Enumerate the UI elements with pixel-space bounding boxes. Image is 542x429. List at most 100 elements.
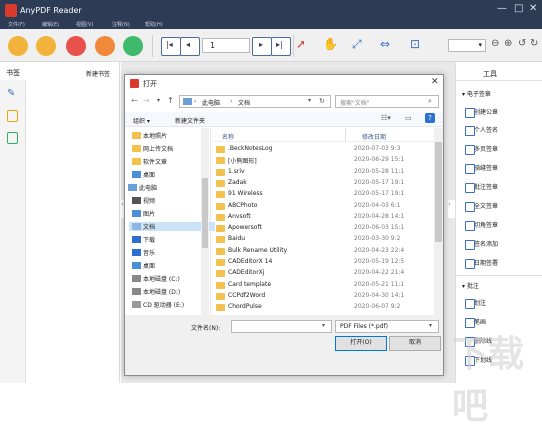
file-row[interactable]: CADEditorXj 2020-04-22 21:4 <box>212 268 432 279</box>
nav-item[interactable]: 桌面 <box>132 170 155 179</box>
section-signature-header[interactable]: ▾ 电子签章 <box>462 89 491 98</box>
nav-item[interactable]: CD 驱动器 (E:) <box>132 300 184 309</box>
close-icon[interactable]: ✕ <box>529 3 537 14</box>
nav-item[interactable]: 图片 <box>132 209 155 218</box>
file-row[interactable]: ABCPhoto 2020-04-03 6:1 <box>212 201 432 212</box>
preview-pane-icon[interactable]: ▭ <box>405 114 412 122</box>
tool-seam-seal[interactable]: 骑缝签章 <box>465 163 498 175</box>
nav-scrollbar[interactable] <box>201 128 209 315</box>
cancel-button[interactable]: 取消 <box>389 336 441 351</box>
export-icon[interactable] <box>95 36 115 56</box>
nav-item[interactable]: 网上传文档 <box>132 144 173 153</box>
file-scrollbar[interactable] <box>434 128 443 315</box>
search-input[interactable]: 搜索"文档" ⌕ <box>335 95 439 108</box>
forward-icon[interactable]: → <box>143 96 150 105</box>
new-folder-button[interactable]: 新建文件夹 <box>175 116 205 125</box>
note-icon[interactable] <box>7 110 18 122</box>
file-name: Baidu <box>228 235 246 243</box>
menu-edit[interactable]: 编辑(E) <box>42 21 59 28</box>
nav-item[interactable]: 桌面 <box>132 261 155 270</box>
last-page-icon[interactable]: ▸| <box>271 37 291 56</box>
file-row[interactable]: Baidu 2020-03-30 9:2 <box>212 234 432 245</box>
nav-item[interactable]: 此电脑 <box>128 183 157 192</box>
select-icon[interactable]: ➚ <box>296 37 314 55</box>
fit-page-icon[interactable]: ⤢ <box>352 37 370 55</box>
new-bookmark-button[interactable]: 新建书签 <box>86 69 110 78</box>
page-number-input[interactable]: 1 <box>202 38 250 53</box>
next-page-icon[interactable]: ▸ <box>252 37 272 56</box>
tool-add-sign[interactable]: 签名添加 <box>465 239 498 251</box>
file-row[interactable]: Bulk Rename Utility 2020-04-23 22:4 <box>212 246 432 257</box>
image-icon <box>132 210 141 217</box>
filetype-select[interactable]: PDF Files (*.pdf) ▾ <box>335 320 439 333</box>
actual-size-icon[interactable]: ⊡ <box>410 37 428 55</box>
open-button[interactable]: 打开(O) <box>335 336 387 351</box>
recent-dropdown-icon[interactable]: ▾ <box>157 97 160 104</box>
col-name[interactable]: 名称 <box>222 132 234 141</box>
dialog-close-icon[interactable]: ✕ <box>431 77 439 87</box>
print-icon[interactable] <box>123 36 143 56</box>
address-dropdown-icon[interactable]: ▾ <box>308 97 311 104</box>
organize-button[interactable]: 组织 ▾ <box>133 116 150 125</box>
open-file-icon[interactable] <box>8 36 28 56</box>
tool-multi-page-seal[interactable]: 多页签章 <box>465 144 498 156</box>
file-row[interactable]: CCPdf2Word 2020-04-30 14:1 <box>212 291 432 302</box>
hand-icon[interactable]: ✋ <box>323 37 341 55</box>
zoom-in-icon[interactable]: ⊕ <box>504 38 512 49</box>
file-row[interactable]: [小熊图形] 2020-06-29 15:1 <box>212 155 432 166</box>
nav-item[interactable]: 视频 <box>132 196 155 205</box>
up-icon[interactable]: ↑ <box>167 96 174 105</box>
tool-annot-seal[interactable]: 批注签章 <box>465 182 498 194</box>
tool-create-seal[interactable]: 创建公章 <box>465 107 498 119</box>
pen-icon[interactable]: ✎ <box>7 88 19 100</box>
file-row[interactable]: .BeckNotesLog 2020-07-03 9:3 <box>212 144 432 155</box>
file-row[interactable]: ChordPulse 2020-06-07 9:2 <box>212 302 432 312</box>
maximize-icon[interactable]: □ <box>514 3 523 14</box>
refresh-icon[interactable]: ↻ <box>319 97 325 105</box>
menu-file[interactable]: 文件(F) <box>8 21 25 28</box>
menu-view[interactable]: 视图(V) <box>76 21 93 28</box>
first-page-icon[interactable]: |◂ <box>161 37 181 56</box>
collapse-right-icon[interactable]: › <box>448 200 455 218</box>
prev-page-icon[interactable]: ◂ <box>180 37 200 56</box>
dialog-title: 打开 <box>143 80 157 88</box>
file-row[interactable]: CADEditorX 14 2020-05-19 12:5 <box>212 257 432 268</box>
col-date[interactable]: 修改日期 <box>362 132 386 141</box>
tool-personal-sign[interactable]: 个人签名 <box>465 125 498 137</box>
fit-width-icon[interactable]: ⇔ <box>380 37 398 55</box>
address-bar[interactable]: › 此电脑 › 文档 ▾ ↻ <box>179 95 331 108</box>
nav-item[interactable]: 本地照片 <box>132 131 167 140</box>
view-icon[interactable]: ☷▾ <box>381 114 391 122</box>
save-as-icon[interactable] <box>66 36 86 56</box>
nav-item[interactable]: 本地磁盘 (D:) <box>132 287 180 296</box>
save-icon[interactable] <box>36 36 56 56</box>
help-icon[interactable]: ? <box>425 113 435 123</box>
back-icon[interactable]: ← <box>131 96 138 105</box>
tool-date-sign[interactable]: 日期签署 <box>465 258 498 270</box>
zoom-out-icon[interactable]: ⊖ <box>491 38 499 49</box>
nav-item[interactable]: 音乐 <box>132 248 155 257</box>
filename-input[interactable]: ▾ <box>231 320 332 333</box>
menu-annotate[interactable]: 注释(N) <box>112 21 130 28</box>
rotate-left-icon[interactable]: ↺ <box>518 38 526 49</box>
tool-corner-seal[interactable]: 切角签章 <box>465 220 498 232</box>
file-row[interactable]: Zadak 2020-05-17 19:1 <box>212 178 432 189</box>
bookmark-icon[interactable] <box>7 132 18 144</box>
file-row[interactable]: Card template 2020-05-21 11:1 <box>212 280 432 291</box>
nav-item[interactable]: 软件文章 <box>132 157 167 166</box>
nav-item[interactable]: 本地磁盘 (C:) <box>132 274 180 283</box>
file-row[interactable]: 1.sriv 2020-05-28 11:1 <box>212 167 432 178</box>
section-annotation-header[interactable]: ▾ 批注 <box>462 281 479 290</box>
breadcrumb-pc[interactable]: 此电脑 <box>202 98 220 107</box>
file-row[interactable]: Anvsoft 2020-04-28 14:1 <box>212 212 432 223</box>
breadcrumb-docs[interactable]: 文档 <box>238 98 250 107</box>
zoom-select[interactable]: ▾ <box>448 39 486 52</box>
tool-highlight[interactable]: 划注 <box>465 298 486 310</box>
rotate-right-icon[interactable]: ↻ <box>530 38 538 49</box>
file-row[interactable]: 91 Wireless 2020-05-17 19:1 <box>212 189 432 200</box>
nav-item[interactable]: 下载 <box>132 235 155 244</box>
file-row[interactable]: Apowersoft 2020-06-03 15:1 <box>212 223 432 234</box>
minimize-icon[interactable]: — <box>497 3 507 14</box>
tool-full-seal[interactable]: 全文签章 <box>465 201 498 213</box>
menu-help[interactable]: 帮助(H) <box>145 21 163 28</box>
